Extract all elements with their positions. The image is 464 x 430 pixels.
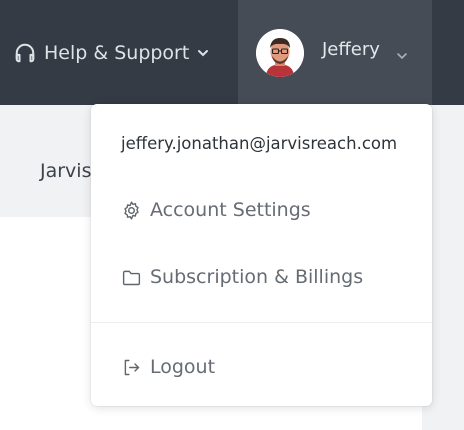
user-dropdown-menu: jeffery.jonathan@jarvisreach.com Account… <box>91 104 432 406</box>
chevron-down-icon <box>197 47 209 59</box>
user-email: jeffery.jonathan@jarvisreach.com <box>121 134 398 153</box>
help-support-label: Help & Support <box>44 42 190 64</box>
user-name: Jeffery <box>322 39 380 60</box>
folder-icon <box>121 267 142 288</box>
account-settings-menu-item[interactable]: Account Settings <box>121 199 311 221</box>
menu-divider <box>91 322 432 323</box>
page-title: Jarvis <box>40 160 92 182</box>
logout-icon <box>121 357 142 378</box>
subscription-billings-menu-item[interactable]: Subscription & Billings <box>121 266 363 288</box>
avatar <box>256 29 304 77</box>
user-menu-toggle[interactable]: Jeffery <box>238 0 432 105</box>
subscription-billings-label: Subscription & Billings <box>150 266 364 288</box>
logout-menu-item[interactable]: Logout <box>121 356 215 378</box>
logout-label: Logout <box>150 356 216 378</box>
help-support-menu[interactable]: Help & Support <box>14 38 209 68</box>
top-navbar: Help & Support Jeffery <box>0 0 464 105</box>
chevron-down-icon <box>396 46 408 65</box>
gear-icon <box>121 200 142 221</box>
account-settings-label: Account Settings <box>150 199 311 221</box>
headphones-icon <box>14 42 36 64</box>
